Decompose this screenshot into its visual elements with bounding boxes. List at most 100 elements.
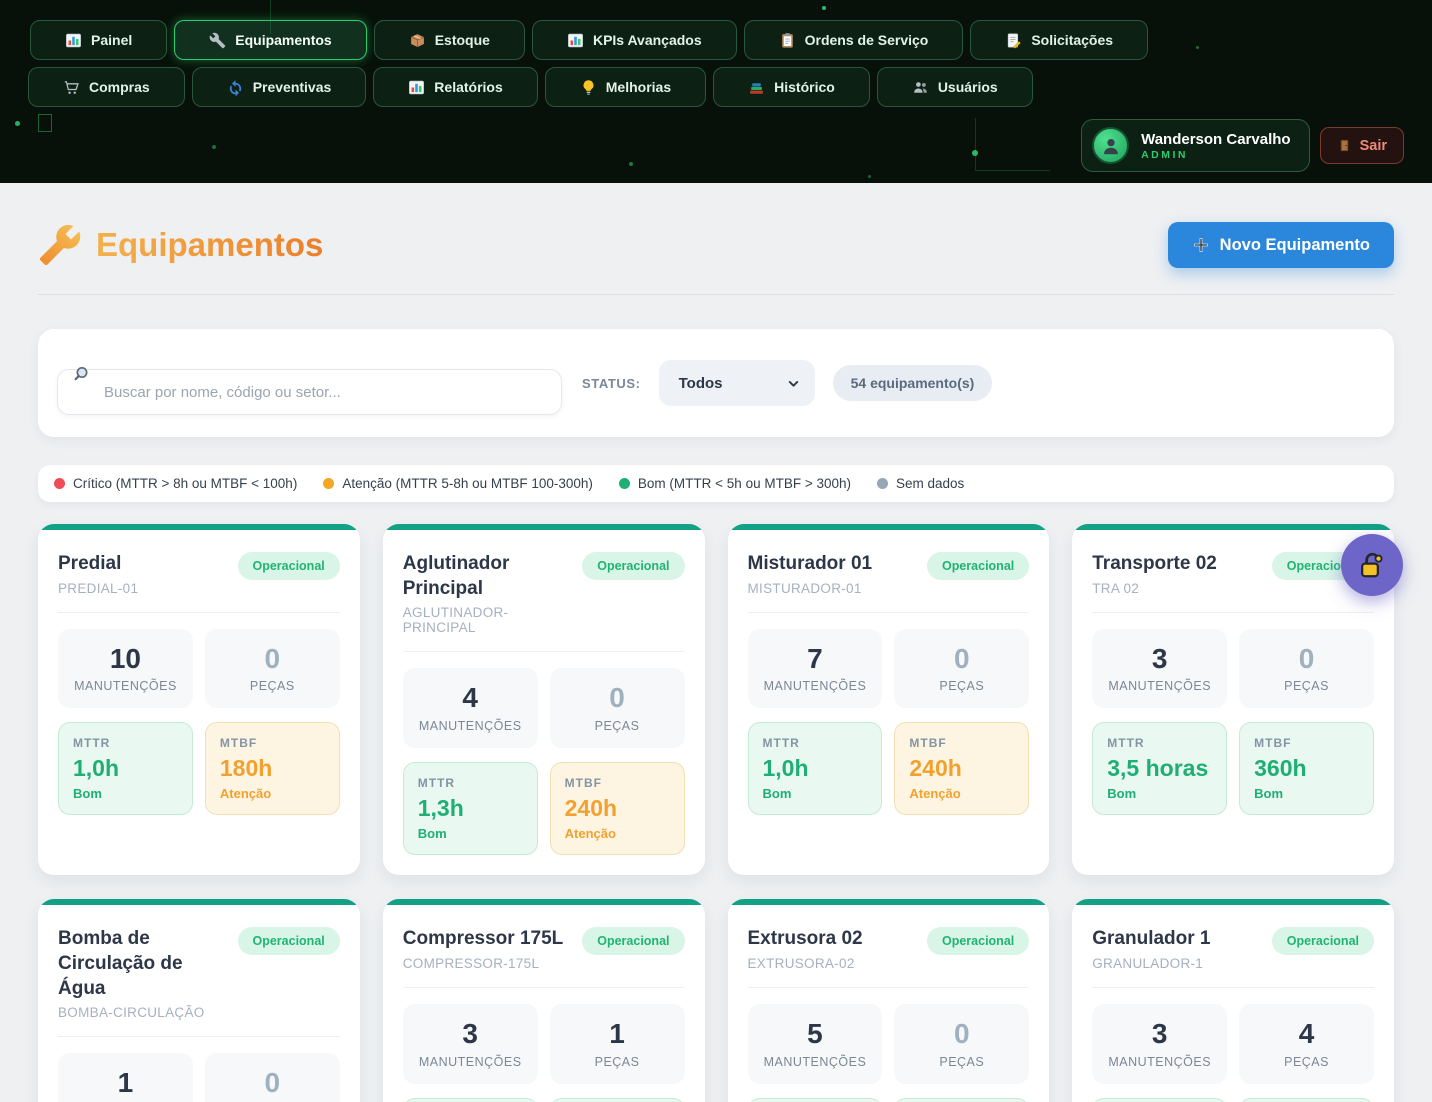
nav-item-relatorios[interactable]: Relatórios xyxy=(373,67,537,107)
people-icon xyxy=(912,79,929,96)
top-navbar: PainelEquipamentosEstoqueKPIs AvançadosO… xyxy=(0,0,1432,183)
equipment-grid: PredialPREDIAL-01Operacional10MANUTENÇÕE… xyxy=(38,524,1394,1102)
legend-label: Bom (MTTR < 5h ou MTBF > 300h) xyxy=(638,476,851,491)
nav-item-label: Relatórios xyxy=(434,79,502,95)
equipment-card-predial[interactable]: PredialPREDIAL-01Operacional10MANUTENÇÕE… xyxy=(38,524,360,875)
status-legend: Crítico (MTTR > 8h ou MTBF < 100h) Atençã… xyxy=(38,465,1394,502)
nav-item-painel[interactable]: Painel xyxy=(30,20,167,60)
equipment-card-compressor-175l[interactable]: Compressor 175LCOMPRESSOR-175LOperaciona… xyxy=(383,899,705,1102)
mtbf-metric-status: Bom xyxy=(1254,786,1359,801)
nav-item-historico[interactable]: Histórico xyxy=(713,67,870,107)
user-chip[interactable]: Wanderson Carvalho ADMIN xyxy=(1081,119,1309,172)
plus-icon xyxy=(1192,236,1210,254)
nav-row-1: PainelEquipamentosEstoqueKPIs AvançadosO… xyxy=(0,0,1432,60)
equipment-name: Aglutinador Principal xyxy=(403,552,573,601)
card-top-bar xyxy=(1072,899,1394,905)
maintenances-stat-value: 5 xyxy=(756,1019,875,1050)
search-input[interactable] xyxy=(57,369,562,415)
mttr-metric-label: MTTR xyxy=(763,736,868,750)
card-top-bar xyxy=(383,524,705,530)
parts-stat-value: 0 xyxy=(902,1019,1021,1050)
legend-dot xyxy=(877,478,888,489)
avatar xyxy=(1092,127,1129,164)
equipment-card-aglutinador-principal[interactable]: Aglutinador PrincipalAGLUTINADOR-PRINCIP… xyxy=(383,524,705,875)
mtbf-metric: MTBF720hBom xyxy=(550,1098,685,1102)
mttr-metric: MTTR1,0hBom xyxy=(748,1098,883,1102)
equipment-code: MISTURADOR-01 xyxy=(748,581,873,596)
card-divider xyxy=(748,987,1030,988)
equipment-name: Extrusora 02 xyxy=(748,927,863,952)
legend-label: Atenção (MTTR 5-8h ou MTBF 100-300h) xyxy=(342,476,593,491)
maintenances-stat-label: MANUTENÇÕES xyxy=(411,1055,530,1069)
equipment-name: Transporte 02 xyxy=(1092,552,1217,577)
status-badge: Operacional xyxy=(582,927,684,955)
legend-item-critico: Crítico (MTTR > 8h ou MTBF < 100h) xyxy=(54,476,297,491)
mttr-metric-status: Bom xyxy=(73,786,178,801)
door-icon xyxy=(1337,138,1352,153)
maintenances-stat-value: 3 xyxy=(411,1019,530,1050)
legend-item-atencao: Atenção (MTTR 5-8h ou MTBF 100-300h) xyxy=(323,476,593,491)
equipment-card-bomba-de-circulacao-de-agua[interactable]: Bomba de Circulação de ÁguaBOMBA-CIRCULA… xyxy=(38,899,360,1102)
main-content: Equipamentos Novo Equipamento STATUS: To… xyxy=(0,222,1432,1102)
clipboard-icon xyxy=(779,32,796,49)
mtbf-metric-value: 240h xyxy=(909,755,1014,782)
card-divider xyxy=(1092,987,1374,988)
nav-item-label: Ordens de Serviço xyxy=(805,32,929,48)
status-badge: Operacional xyxy=(582,552,684,580)
equipment-card-misturador-01[interactable]: Misturador 01MISTURADOR-01Operacional7MA… xyxy=(728,524,1050,875)
nav-item-preventivas[interactable]: Preventivas xyxy=(192,67,367,107)
mtbf-metric: MTBF720hBom xyxy=(1239,1098,1374,1102)
maintenances-stat: 4MANUTENÇÕES xyxy=(403,668,538,748)
bar-chart-icon xyxy=(567,32,584,49)
parts-stat-label: PEÇAS xyxy=(902,679,1021,693)
nav-item-usuarios[interactable]: Usuários xyxy=(877,67,1033,107)
nav-item-kpis-avancados[interactable]: KPIs Avançados xyxy=(532,20,737,60)
status-select[interactable]: Todos xyxy=(659,360,815,406)
equipment-card-granulador-1[interactable]: Granulador 1GRANULADOR-1Operacional3MANU… xyxy=(1072,899,1394,1102)
floating-lock-button[interactable] xyxy=(1341,534,1403,596)
logout-button[interactable]: Sair xyxy=(1320,127,1404,164)
equipment-count-badge: 54 equipamento(s) xyxy=(833,365,993,401)
card-top-bar xyxy=(728,524,1050,530)
equipment-card-extrusora-02[interactable]: Extrusora 02EXTRUSORA-02Operacional5MANU… xyxy=(728,899,1050,1102)
equipment-code: GRANULADOR-1 xyxy=(1092,956,1210,971)
new-equipment-button[interactable]: Novo Equipamento xyxy=(1168,222,1394,268)
parts-stat-value: 4 xyxy=(1247,1019,1366,1050)
mtbf-metric-value: 240h xyxy=(565,795,670,822)
maintenances-stat: 1MANUTENÇÕES xyxy=(58,1053,193,1102)
nav-item-solicitacoes[interactable]: Solicitações xyxy=(970,20,1148,60)
maintenances-stat-value: 10 xyxy=(66,644,185,675)
cart-icon xyxy=(63,79,80,96)
mtbf-metric-status: Atenção xyxy=(565,826,670,841)
card-top-bar xyxy=(38,524,360,530)
equipment-code: PREDIAL-01 xyxy=(58,581,138,596)
mttr-metric-value: 1,0h xyxy=(763,755,868,782)
maintenances-stat-label: MANUTENÇÕES xyxy=(1100,1055,1219,1069)
memo-icon xyxy=(1005,32,1022,49)
mtbf-metric-value: 360h xyxy=(1254,755,1359,782)
maintenances-stat-value: 4 xyxy=(411,683,530,714)
refresh-icon xyxy=(227,79,244,96)
mttr-metric-value: 1,3h xyxy=(418,795,523,822)
legend-item-sem: Sem dados xyxy=(877,476,964,491)
box-icon xyxy=(409,32,426,49)
parts-stat: 4PEÇAS xyxy=(1239,1004,1374,1084)
parts-stat: 0PEÇAS xyxy=(205,629,340,709)
maintenances-stat-label: MANUTENÇÕES xyxy=(756,1055,875,1069)
wrench-icon xyxy=(209,32,226,49)
nav-item-compras[interactable]: Compras xyxy=(28,67,185,107)
maintenances-stat-value: 7 xyxy=(756,644,875,675)
mttr-metric: MTTR1,0hBom xyxy=(748,722,883,815)
nav-item-label: Melhorias xyxy=(606,79,671,95)
status-badge: Operacional xyxy=(1272,927,1374,955)
page-header: Equipamentos Novo Equipamento xyxy=(38,222,1394,268)
mttr-metric: MTTR1,3hBom xyxy=(403,762,538,855)
parts-stat-label: PEÇAS xyxy=(902,1055,1021,1069)
maintenances-stat-value: 3 xyxy=(1100,644,1219,675)
nav-item-melhorias[interactable]: Melhorias xyxy=(545,67,706,107)
new-equipment-label: Novo Equipamento xyxy=(1220,236,1370,255)
nav-item-ordens-de-servico[interactable]: Ordens de Serviço xyxy=(744,20,964,60)
nav-item-estoque[interactable]: Estoque xyxy=(374,20,525,60)
filter-bar: STATUS: Todos 54 equipamento(s) xyxy=(38,329,1394,437)
maintenances-stat: 3MANUTENÇÕES xyxy=(1092,1004,1227,1084)
